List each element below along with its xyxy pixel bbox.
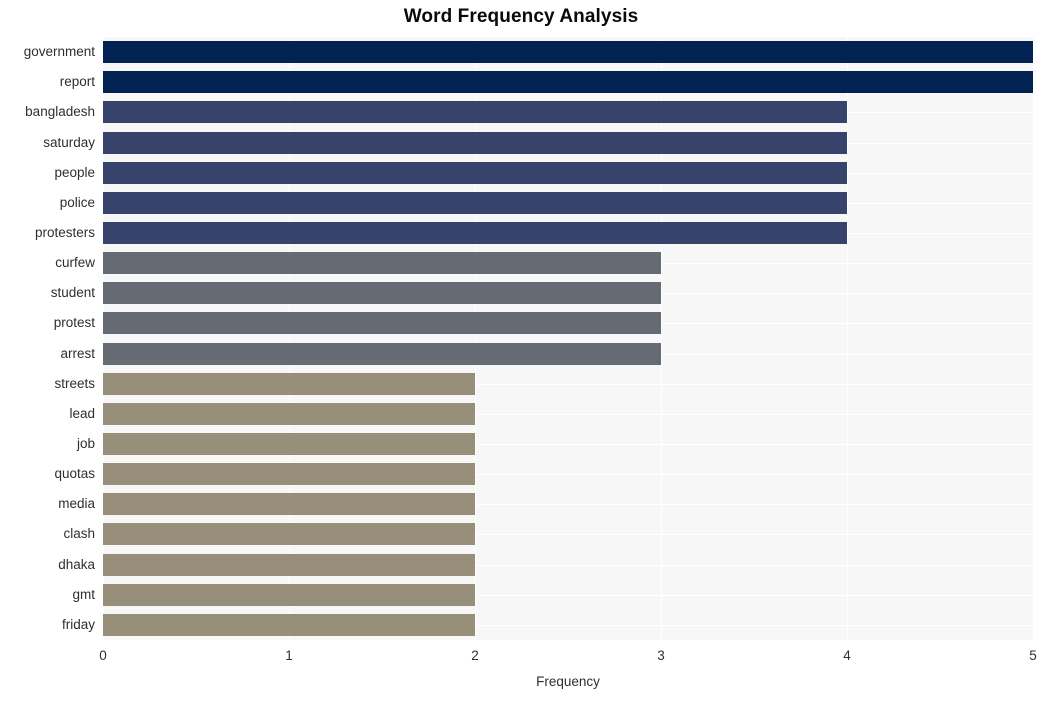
x-gridline	[1033, 37, 1034, 640]
y-tick-label: police	[59, 194, 95, 210]
y-tick-label: saturday	[43, 134, 95, 150]
bar[interactable]	[103, 161, 847, 184]
x-tick-label: 4	[843, 648, 851, 663]
bar[interactable]	[103, 433, 475, 456]
chart-title: Word Frequency Analysis	[403, 6, 639, 27]
y-tick-label: clash	[63, 526, 95, 542]
x-gridline	[289, 37, 290, 640]
bar[interactable]	[103, 191, 847, 214]
y-tick-label: friday	[61, 616, 95, 632]
x-tick-label: 5	[1029, 648, 1037, 663]
word-frequency-chart: Word Frequency Analysis government report…	[0, 0, 1042, 701]
y-tick-label: job	[76, 436, 95, 452]
bar[interactable]	[103, 131, 847, 154]
bar[interactable]	[103, 41, 1033, 64]
bar[interactable]	[103, 312, 661, 335]
y-tick-label: quotas	[54, 466, 95, 482]
y-tick-label: protesters	[34, 224, 95, 240]
x-axis-title: Frequency	[536, 674, 600, 689]
y-tick-label: student	[50, 285, 95, 301]
x-gridline	[847, 37, 848, 640]
y-tick-label: media	[58, 496, 95, 512]
y-tick-label: government	[23, 44, 95, 60]
plot-area	[103, 37, 1034, 640]
y-tick-label: bangladesh	[25, 104, 95, 120]
bar[interactable]	[103, 523, 475, 546]
bar[interactable]	[103, 342, 661, 365]
y-tick-label: streets	[54, 375, 95, 391]
y-tick-label: report	[59, 74, 95, 90]
x-gridline	[103, 37, 104, 640]
x-gridline	[661, 37, 662, 640]
bar[interactable]	[103, 463, 475, 486]
bar[interactable]	[103, 221, 847, 244]
y-tick-label: lead	[69, 405, 95, 421]
bar[interactable]	[103, 372, 475, 395]
bar[interactable]	[103, 252, 661, 275]
y-tick-label: protest	[53, 315, 95, 331]
y-tick-label: people	[54, 164, 95, 180]
bar[interactable]	[103, 101, 847, 124]
bar[interactable]	[103, 613, 475, 636]
y-tick-label: gmt	[72, 586, 95, 602]
bar[interactable]	[103, 71, 1033, 94]
y-tick-label: dhaka	[58, 556, 95, 572]
bar[interactable]	[103, 493, 475, 516]
gridlines	[103, 37, 1034, 640]
bar[interactable]	[103, 402, 475, 425]
bar[interactable]	[103, 282, 661, 305]
x-tick-label: 0	[99, 648, 107, 663]
x-tick-label: 3	[657, 648, 665, 663]
y-tick-label: arrest	[60, 345, 95, 361]
bar[interactable]	[103, 583, 475, 606]
x-gridline	[475, 37, 476, 640]
x-tick-label: 1	[285, 648, 293, 663]
bar[interactable]	[103, 553, 475, 576]
y-tick-label: curfew	[55, 255, 95, 271]
x-tick-label: 2	[471, 648, 479, 663]
